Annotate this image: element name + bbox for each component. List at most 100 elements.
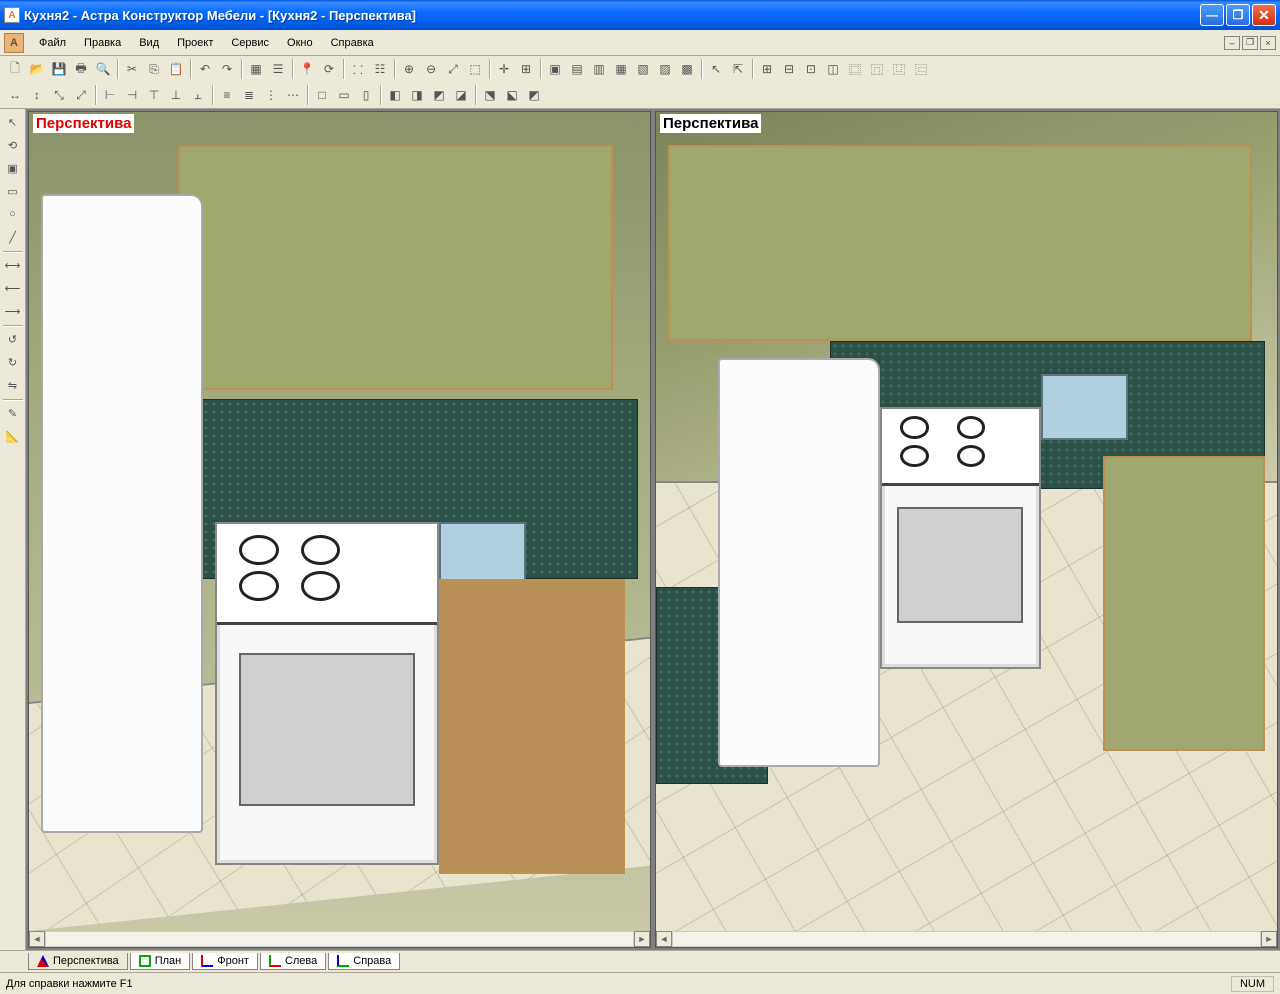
cursor1-icon[interactable]: ↖ — [705, 58, 727, 80]
menu-window[interactable]: Окно — [278, 34, 322, 52]
viewport-right-canvas[interactable] — [656, 112, 1277, 931]
box4-icon[interactable]: ▦ — [610, 58, 632, 80]
copy-icon[interactable]: ⎘ — [143, 58, 165, 80]
tree-icon[interactable]: ⸬ — [347, 58, 369, 80]
mdi-minimize-button[interactable]: – — [1224, 36, 1240, 50]
menu-edit[interactable]: Правка — [75, 34, 130, 52]
box2-icon[interactable]: ▤ — [566, 58, 588, 80]
menu-service[interactable]: Сервис — [222, 34, 278, 52]
viewport-left-canvas[interactable] — [29, 112, 650, 931]
m12-icon[interactable]: ⋮ — [260, 84, 282, 106]
m5-icon[interactable]: ⊢ — [99, 84, 121, 106]
rot-left-icon[interactable]: ↺ — [2, 328, 24, 350]
snap-icon[interactable]: ✛ — [493, 58, 515, 80]
box1-icon[interactable]: ▣ — [544, 58, 566, 80]
scroll-track[interactable] — [45, 931, 634, 947]
scroll-left-icon[interactable]: ◄ — [29, 931, 45, 947]
rot-right-icon[interactable]: ↻ — [2, 351, 24, 373]
box7-icon[interactable]: ▩ — [676, 58, 698, 80]
rotate-icon[interactable]: ⟲ — [2, 134, 24, 156]
cube2-icon[interactable]: ◨ — [406, 84, 428, 106]
props-icon[interactable]: ☷ — [369, 58, 391, 80]
layers-icon[interactable]: ☰ — [267, 58, 289, 80]
scroll-right-icon[interactable]: ► — [1261, 931, 1277, 947]
m2-icon[interactable]: ↕ — [26, 84, 48, 106]
m10-icon[interactable]: ≡ — [216, 84, 238, 106]
tab-plan[interactable]: План — [130, 953, 191, 970]
cube3-icon[interactable]: ◩ — [428, 84, 450, 106]
tab-front[interactable]: Фронт — [192, 953, 258, 970]
t2-icon[interactable]: ⬕ — [501, 84, 523, 106]
dim1-icon[interactable]: ⟷ — [2, 254, 24, 276]
scroll-track[interactable] — [672, 931, 1261, 947]
m11-icon[interactable]: ≣ — [238, 84, 260, 106]
m1-icon[interactable]: ↔ — [4, 84, 26, 106]
measure-icon[interactable]: 📐 — [2, 425, 24, 447]
rect-icon[interactable]: ▭ — [2, 180, 24, 202]
dim2-icon[interactable]: ⟵ — [2, 277, 24, 299]
box3-icon[interactable]: ▥ — [588, 58, 610, 80]
undo-icon[interactable]: ↶ — [194, 58, 216, 80]
note-icon[interactable]: ✎ — [2, 402, 24, 424]
mdi-restore-button[interactable]: ❐ — [1242, 36, 1258, 50]
save-icon[interactable]: 💾 — [48, 58, 70, 80]
tab-left[interactable]: Слева — [260, 953, 326, 970]
cube1-icon[interactable]: ◧ — [384, 84, 406, 106]
win4-icon[interactable]: ◫ — [822, 58, 844, 80]
win7-icon[interactable]: ⿶ — [888, 58, 910, 80]
pointer-icon[interactable]: ↖ — [2, 111, 24, 133]
part-icon[interactable]: ▣ — [2, 157, 24, 179]
m3-icon[interactable]: ⤡ — [48, 84, 70, 106]
line-icon[interactable]: ╱ — [2, 226, 24, 248]
viewport-left-hscroll[interactable]: ◄ ► — [29, 931, 650, 947]
menu-file[interactable]: Файл — [30, 34, 75, 52]
grid-icon[interactable]: ▦ — [245, 58, 267, 80]
viewport-left[interactable]: Перспектива — [28, 111, 651, 948]
m14-icon[interactable]: □ — [311, 84, 333, 106]
m13-icon[interactable]: ⋯ — [282, 84, 304, 106]
win2-icon[interactable]: ⊟ — [778, 58, 800, 80]
zoom-area-icon[interactable]: ⬚ — [464, 58, 486, 80]
tab-right[interactable]: Справа — [328, 953, 400, 970]
minimize-button[interactable]: — — [1200, 4, 1224, 26]
circle-icon[interactable]: ○ — [2, 203, 24, 225]
open-icon[interactable]: 📂 — [26, 58, 48, 80]
win8-icon[interactable]: ⿷ — [910, 58, 932, 80]
m7-icon[interactable]: ⊤ — [143, 84, 165, 106]
mdi-close-button[interactable]: × — [1260, 36, 1276, 50]
pin-icon[interactable]: 📍 — [296, 58, 318, 80]
cursor2-icon[interactable]: ⇱ — [727, 58, 749, 80]
cube4-icon[interactable]: ◪ — [450, 84, 472, 106]
scroll-left-icon[interactable]: ◄ — [656, 931, 672, 947]
flip-icon[interactable]: ⇋ — [2, 374, 24, 396]
menu-help[interactable]: Справка — [322, 34, 383, 52]
tab-perspective[interactable]: Перспектива — [28, 953, 128, 970]
m16-icon[interactable]: ▯ — [355, 84, 377, 106]
m9-icon[interactable]: ⫠ — [187, 84, 209, 106]
redo-icon[interactable]: ↷ — [216, 58, 238, 80]
t3-icon[interactable]: ◩ — [523, 84, 545, 106]
dim3-icon[interactable]: ⟶ — [2, 300, 24, 322]
win5-icon[interactable]: ⿴ — [844, 58, 866, 80]
close-button[interactable]: ✕ — [1252, 4, 1276, 26]
win3-icon[interactable]: ⊡ — [800, 58, 822, 80]
preview-icon[interactable]: 🔍 — [92, 58, 114, 80]
box6-icon[interactable]: ▨ — [654, 58, 676, 80]
ortho-icon[interactable]: ⊞ — [515, 58, 537, 80]
viewport-right-hscroll[interactable]: ◄ ► — [656, 931, 1277, 947]
menu-view[interactable]: Вид — [130, 34, 168, 52]
menu-project[interactable]: Проект — [168, 34, 222, 52]
m8-icon[interactable]: ⊥ — [165, 84, 187, 106]
m15-icon[interactable]: ▭ — [333, 84, 355, 106]
screw-icon[interactable]: ⟳ — [318, 58, 340, 80]
print-icon[interactable]: 🖶 — [70, 58, 92, 80]
scroll-right-icon[interactable]: ► — [634, 931, 650, 947]
paste-icon[interactable]: 📋 — [165, 58, 187, 80]
zoom-in-icon[interactable]: ⊕ — [398, 58, 420, 80]
win6-icon[interactable]: ⿵ — [866, 58, 888, 80]
t1-icon[interactable]: ⬔ — [479, 84, 501, 106]
cut-icon[interactable]: ✂ — [121, 58, 143, 80]
win1-icon[interactable]: ⊞ — [756, 58, 778, 80]
m6-icon[interactable]: ⊣ — [121, 84, 143, 106]
zoom-out-icon[interactable]: ⊖ — [420, 58, 442, 80]
